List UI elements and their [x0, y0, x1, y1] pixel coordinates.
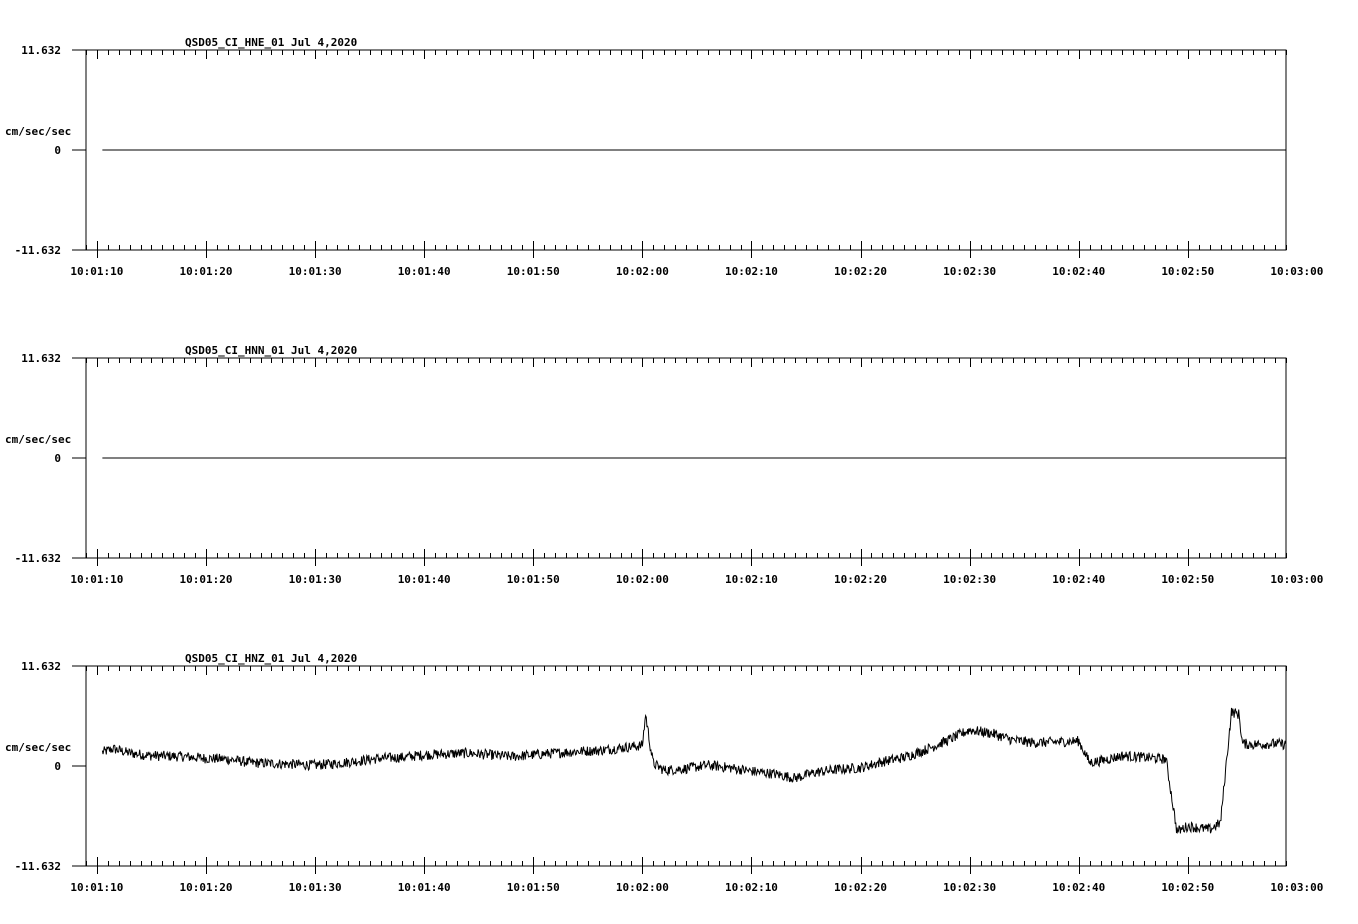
x-tick-label: 10:01:20: [180, 881, 233, 894]
x-tick-label: 10:02:20: [834, 573, 887, 586]
x-tick-label: 10:02:30: [943, 265, 996, 278]
panel-2: QSD05_CI_HNN_01 Jul 4,2020 cm/sec/sec 11.6…: [5, 344, 1323, 586]
x-tick-label: 10:01:40: [398, 881, 451, 894]
x-tick-label: 10:02:10: [725, 573, 778, 586]
x-tick-label: 10:01:30: [289, 881, 342, 894]
x-tick-label: 10:01:40: [398, 573, 451, 586]
y-tick-label: 0: [54, 452, 61, 465]
x-tick-label: 10:02:40: [1052, 881, 1105, 894]
y-tick-label: 11.632: [21, 660, 61, 673]
x-tick-label: 10:01:30: [289, 573, 342, 586]
y-axis-label: cm/sec/sec: [5, 125, 71, 138]
panel-title: QSD05_CI_HNE_01 Jul 4,2020: [185, 36, 357, 49]
x-tick-label: 10:01:20: [180, 573, 233, 586]
x-tick-label: 10:02:10: [725, 881, 778, 894]
x-tick-label: 10:02:30: [943, 881, 996, 894]
x-tick-label: 10:02:20: [834, 265, 887, 278]
waveform-trace: [101, 707, 1287, 835]
y-tick-label: -11.632: [15, 552, 61, 565]
x-tick-label: 10:01:50: [507, 573, 560, 586]
y-tick-label: -11.632: [15, 860, 61, 873]
x-tick-label: 10:02:20: [834, 881, 887, 894]
panel-3: QSD05_CI_HNZ_01 Jul 4,2020 cm/sec/sec 11.6…: [5, 652, 1323, 894]
x-tick-label: 10:02:00: [616, 265, 669, 278]
y-axis-label: cm/sec/sec: [5, 741, 71, 754]
x-tick-label: 10:01:40: [398, 265, 451, 278]
seismogram-panels: QSD05_CI_HNE_01 Jul 4,2020 cm/sec/sec 11.6…: [5, 36, 1323, 894]
x-tick-label: 10:02:50: [1161, 265, 1214, 278]
y-tick-label: -11.632: [15, 244, 61, 257]
x-tick-label: 10:03:00: [1270, 573, 1323, 586]
x-tick-label: 10:01:20: [180, 265, 233, 278]
x-tick-label: 10:03:00: [1270, 881, 1323, 894]
y-tick-label: 11.632: [21, 44, 61, 57]
panel-title: QSD05_CI_HNN_01 Jul 4,2020: [185, 344, 357, 357]
x-tick-label: 10:01:50: [507, 265, 560, 278]
x-tick-label: 10:02:50: [1161, 881, 1214, 894]
x-tick-label: 10:02:50: [1161, 573, 1214, 586]
y-tick-label: 11.632: [21, 352, 61, 365]
x-tick-label: 10:02:30: [943, 573, 996, 586]
x-tick-label: 10:02:00: [616, 573, 669, 586]
x-tick-label: 10:01:10: [70, 573, 123, 586]
y-tick-label: 0: [54, 760, 61, 773]
x-tick-label: 10:02:40: [1052, 573, 1105, 586]
x-tick-label: 10:02:40: [1052, 265, 1105, 278]
x-tick-label: 10:01:10: [70, 265, 123, 278]
x-tick-label: 10:01:10: [70, 881, 123, 894]
y-axis-label: cm/sec/sec: [5, 433, 71, 446]
panel-title: QSD05_CI_HNZ_01 Jul 4,2020: [185, 652, 357, 665]
panel-1: QSD05_CI_HNE_01 Jul 4,2020 cm/sec/sec 11.6…: [5, 36, 1323, 278]
x-tick-label: 10:02:10: [725, 265, 778, 278]
x-tick-label: 10:01:30: [289, 265, 342, 278]
x-tick-label: 10:01:50: [507, 881, 560, 894]
x-tick-label: 10:02:00: [616, 881, 669, 894]
y-tick-label: 0: [54, 144, 61, 157]
x-tick-label: 10:03:00: [1270, 265, 1323, 278]
